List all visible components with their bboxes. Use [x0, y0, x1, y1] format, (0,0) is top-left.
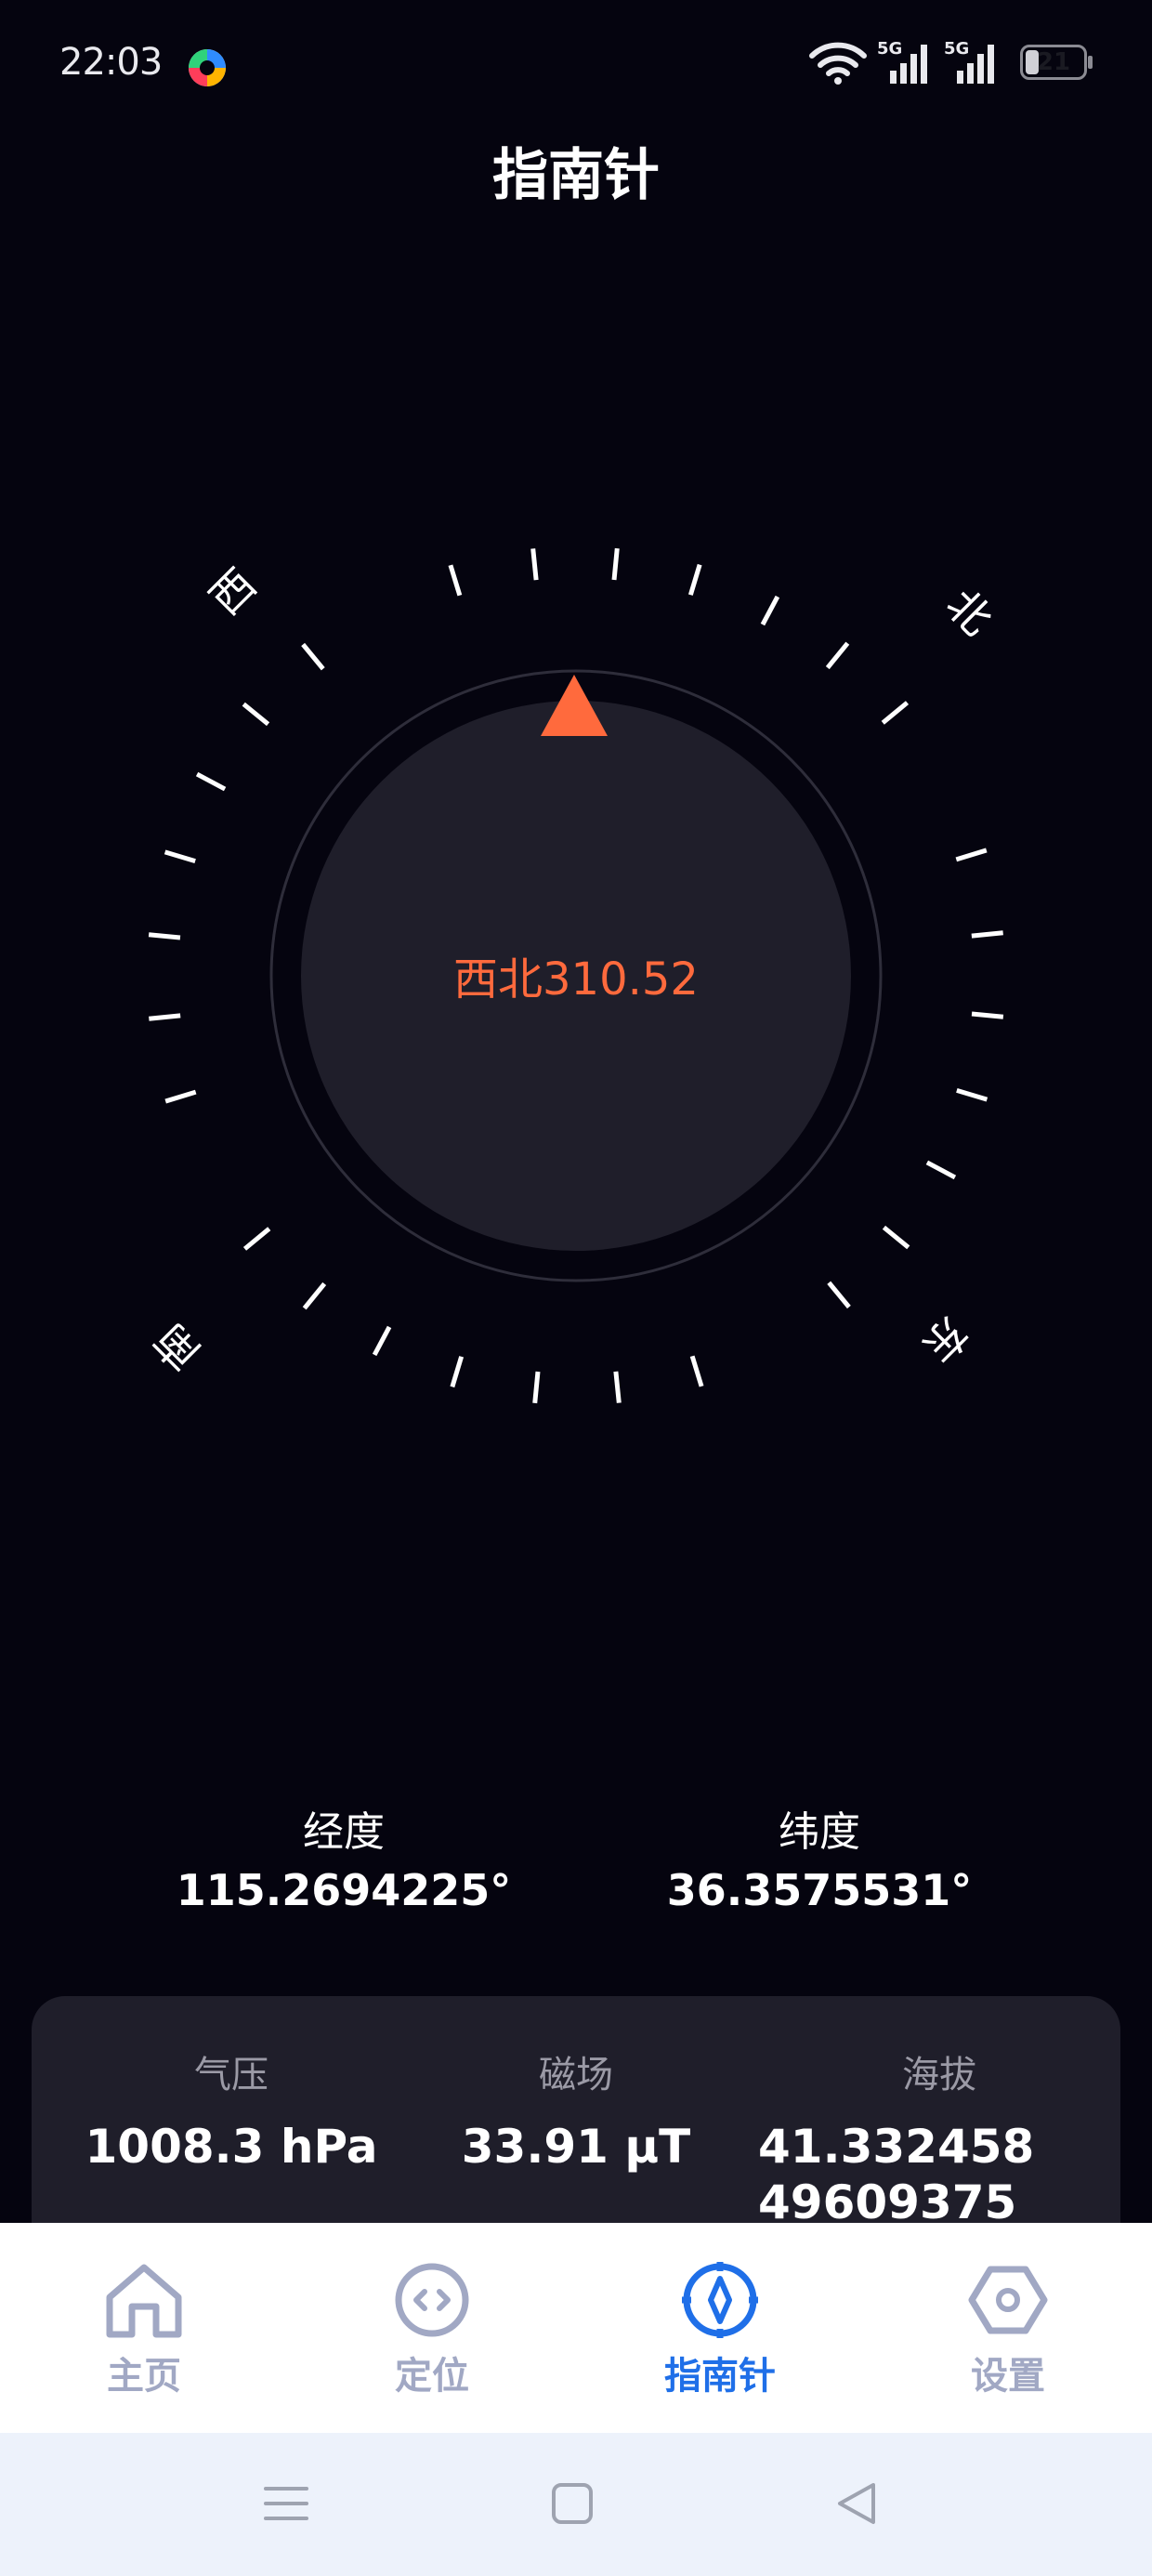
magnetic-value: 33.91 μT — [461, 2120, 691, 2174]
compass-tick — [955, 848, 988, 862]
latitude-label: 纬度 — [779, 1808, 860, 1856]
tab-settings[interactable]: 设置 — [864, 2258, 1152, 2399]
compass-tick — [195, 771, 227, 792]
longitude-value: 115.2694225° — [176, 1865, 512, 1915]
compass-tick — [925, 1160, 957, 1180]
compass: 西北310.52 西 北 南 东 — [130, 493, 1022, 1459]
cardinal-east: 东 — [912, 1307, 978, 1373]
tab-location-label: 定位 — [395, 2355, 469, 2398]
cardinal-north: 北 — [936, 579, 1002, 645]
longitude-label: 经度 — [303, 1808, 385, 1856]
compass-tick — [164, 849, 196, 864]
altitude-label: 海拔 — [902, 2054, 976, 2096]
square-home-icon[interactable] — [544, 2476, 600, 2531]
compass-tick — [242, 1227, 271, 1251]
compass-tick — [242, 702, 270, 727]
compass-tick — [613, 1371, 622, 1403]
app-notification-icon — [189, 49, 226, 86]
compass-tick — [760, 595, 780, 626]
compass-tick — [882, 1225, 910, 1250]
altitude-value: 41.332458 49609375 — [758, 2120, 1035, 2229]
compass-tick — [148, 932, 181, 940]
bottom-tab-bar: 主页 定位 指南针 设置 — [0, 2223, 1152, 2433]
compass-tick — [687, 563, 702, 596]
compass-tick — [450, 1356, 465, 1388]
compass-tick — [689, 1355, 704, 1387]
compass-tick — [971, 930, 1003, 939]
status-time: 22:03 — [59, 41, 163, 84]
compass-tick — [530, 548, 539, 581]
tab-compass-label: 指南针 — [664, 2355, 776, 2398]
signal-strength-icon-1: 5G — [877, 39, 935, 85]
home-icon — [106, 2264, 182, 2338]
magnetic-sensor: 磁场 33.91 μT — [395, 2044, 757, 2175]
compass-tick — [827, 1281, 851, 1309]
longitude-block: 经度 115.2694225° — [149, 1798, 539, 1915]
compass-tick — [611, 547, 620, 581]
compass-tick — [448, 564, 463, 597]
compass-tick — [532, 1371, 541, 1404]
compass-tick — [372, 1325, 392, 1357]
system-nav-bar — [0, 2433, 1152, 2576]
tab-home-label: 主页 — [107, 2355, 181, 2398]
compass-tick — [149, 1013, 181, 1021]
settings-hexagon-icon — [968, 2266, 1048, 2334]
page-title: 指南针 — [492, 143, 660, 208]
battery-level: 21 — [1036, 48, 1071, 76]
tab-compass[interactable]: 指南针 — [576, 2258, 864, 2399]
wifi-icon — [809, 42, 867, 85]
compass-tick — [164, 1089, 197, 1104]
sensor-card: 气压 1008.3 hPa 磁场 33.91 μT 海拔 41.332458 4… — [32, 1996, 1120, 2238]
location-code-icon — [395, 2263, 469, 2337]
tab-settings-label: 设置 — [971, 2355, 1045, 2398]
compass-tick — [956, 1087, 988, 1102]
compass-dial: 西北310.52 西 北 南 东 — [144, 547, 1004, 1404]
status-bar: 22:03 5G 5G 21 — [0, 0, 1152, 130]
latitude-block: 纬度 36.3575531° — [624, 1798, 1015, 1915]
magnetic-label: 磁场 — [539, 2054, 613, 2096]
signal-strength-icon-2: 5G — [944, 39, 1001, 85]
cardinal-south: 南 — [144, 1314, 210, 1380]
pressure-sensor: 气压 1008.3 hPa — [50, 2044, 412, 2175]
compass-tick — [301, 642, 325, 671]
compass-tick — [825, 641, 850, 670]
battery-icon: 21 — [1020, 45, 1093, 80]
compass-tick — [971, 1011, 1004, 1019]
tab-location[interactable]: 定位 — [288, 2258, 576, 2399]
menu-icon[interactable] — [258, 2476, 314, 2531]
compass-tick — [302, 1281, 327, 1310]
compass-icon — [682, 2262, 758, 2338]
cardinal-west: 西 — [200, 559, 266, 624]
pressure-label: 气压 — [194, 2054, 268, 2096]
compass-tick — [881, 701, 910, 725]
altitude-sensor: 海拔 41.332458 49609375 — [758, 2044, 1120, 2230]
tab-home[interactable]: 主页 — [0, 2258, 288, 2399]
heading-readout: 西北310.52 — [453, 953, 699, 1005]
pressure-value: 1008.3 hPa — [85, 2120, 378, 2174]
status-icons: 5G 5G 21 — [808, 39, 1093, 85]
back-triangle-icon[interactable] — [829, 2476, 884, 2531]
latitude-value: 36.3575531° — [666, 1865, 973, 1915]
